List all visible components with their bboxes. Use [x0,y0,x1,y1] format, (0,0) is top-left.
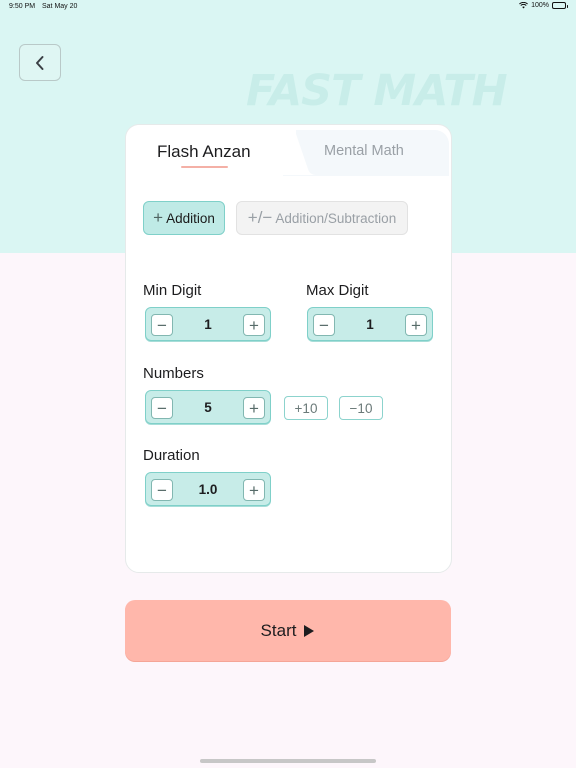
duration-increment-button[interactable]: + [243,479,265,501]
battery-icon [552,2,568,9]
play-icon [304,624,315,637]
numbers-label: Numbers [143,365,204,382]
wifi-icon [519,2,529,9]
chevron-left-icon [36,55,44,70]
min-digit-value: 1 [204,317,212,332]
active-tab-indicator [181,166,228,168]
tab-mental-math[interactable]: Mental Math [324,143,404,159]
addition-subtraction-mode-label: Addition/Subtraction [275,210,397,226]
status-bar: 9:50 PM Sat May 20 100% [0,0,576,16]
duration-value: 1.0 [198,482,218,497]
min-digit-label: Min Digit [143,282,202,299]
home-indicator [200,759,376,763]
numbers-increment-button[interactable]: + [243,397,265,419]
max-digit-decrement-button[interactable]: − [313,314,335,336]
addition-mode-button[interactable]: + Addition [143,201,225,235]
plus-icon: + [153,208,164,227]
plus-minus-icon: +/− [247,208,273,227]
battery-percent: 100% [531,2,549,9]
status-date: Sat May 20 [42,3,78,10]
numbers-value: 5 [204,400,212,415]
app-logo: FAST MATH [246,66,508,116]
numbers-plus-ten-button[interactable]: +10 [284,396,328,420]
back-button[interactable] [19,44,61,81]
tab-divider [276,125,316,175]
addition-mode-label: Addition [166,210,215,226]
max-digit-stepper: − 1 + [307,307,433,341]
status-indicators: 100% [519,2,568,9]
status-time: 9:50 PM [9,3,36,10]
min-digit-decrement-button[interactable]: − [151,314,173,336]
max-digit-label: Max Digit [306,282,369,299]
numbers-stepper: − 5 + [145,390,271,424]
numbers-minus-ten-button[interactable]: −10 [339,396,383,420]
max-digit-value: 1 [366,317,374,332]
numbers-decrement-button[interactable]: − [151,397,173,419]
min-digit-increment-button[interactable]: + [243,314,265,336]
addition-subtraction-mode-button[interactable]: +/− Addition/Subtraction [236,201,408,235]
start-button[interactable]: Start [125,600,451,661]
min-digit-stepper: − 1 + [145,307,271,341]
tab-flash-anzan[interactable]: Flash Anzan [157,142,251,162]
start-label: Start [260,620,297,640]
duration-stepper: − 1.0 + [145,472,271,506]
duration-decrement-button[interactable]: − [151,479,173,501]
max-digit-increment-button[interactable]: + [405,314,427,336]
duration-label: Duration [143,447,200,464]
